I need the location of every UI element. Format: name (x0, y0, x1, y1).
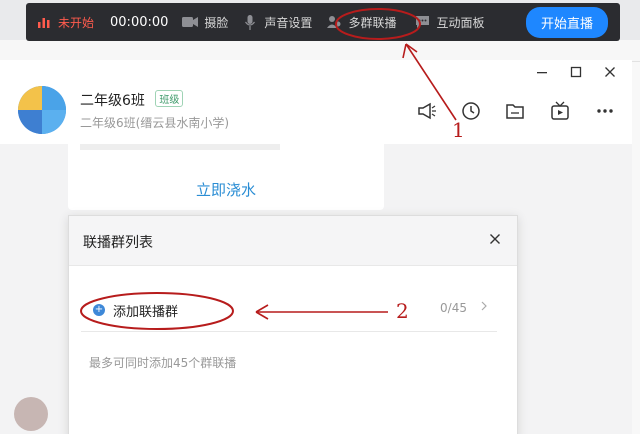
camera-button[interactable]: 摄脸 (182, 14, 228, 31)
group-avatar (18, 86, 66, 134)
user-avatar (14, 397, 48, 431)
annotation-label-1: 1 (452, 118, 465, 142)
annotation-label-2: 2 (396, 299, 409, 323)
start-live-button[interactable]: 开始直播 (525, 6, 608, 38)
plus-icon: + (93, 304, 105, 316)
multi-user-icon (326, 14, 342, 30)
close-icon[interactable] (604, 66, 616, 82)
add-broadcast-group-row[interactable]: + 添加联播群 0/45 (81, 292, 497, 332)
interaction-panel-button[interactable]: 互动面板 (414, 14, 484, 31)
right-edge-strip (632, 62, 640, 434)
max-groups-hint: 最多可同时添加45个群联播 (89, 356, 237, 370)
add-broadcast-group-label: 添加联播群 (113, 305, 179, 320)
camera-icon (182, 14, 199, 30)
dialog-close-icon[interactable] (489, 229, 501, 250)
sound-settings-button[interactable]: 声音设置 (242, 14, 312, 31)
status-indicator: 未开始 (36, 14, 94, 31)
background-nav (0, 40, 640, 62)
more-options-icon[interactable] (594, 100, 616, 122)
multi-group-broadcast-label: 多群联播 (348, 15, 397, 30)
megaphone-icon[interactable] (416, 100, 438, 122)
group-header: 二年级6班 班级 二年级6班(缙云县水南小学) (0, 60, 632, 144)
live-toolbar: 未开始 00:00:00 摄脸 声音设置 多群联播 互动面板 开始直播 (26, 3, 620, 41)
camera-label: 摄脸 (204, 15, 229, 30)
sound-settings-label: 声音设置 (264, 15, 313, 30)
water-now-link[interactable]: 立即浇水 (68, 179, 384, 200)
interaction-panel-label: 互动面板 (436, 15, 485, 30)
group-count: 0/45 (440, 301, 467, 315)
group-name-text: 二年级6班 (80, 93, 145, 109)
class-tag-badge: 班级 (155, 90, 184, 107)
group-subtitle: 二年级6班(缙云县水南小学) (80, 116, 229, 130)
broadcast-group-list-dialog: 联播群列表 + 添加联播群 0/45 最多可同时添加45个群联播 (68, 215, 518, 434)
microphone-icon (242, 14, 258, 30)
group-name: 二年级6班 班级 (80, 90, 184, 110)
dialog-title: 联播群列表 (83, 235, 153, 251)
status-text: 未开始 (58, 15, 95, 30)
live-tv-icon[interactable] (549, 100, 571, 122)
watering-card: 立即浇水 (68, 144, 384, 210)
folder-icon[interactable] (504, 100, 526, 122)
chat-bubble-icon (414, 14, 430, 30)
live-timer: 00:00:00 (110, 14, 169, 30)
signal-icon (36, 14, 52, 30)
chevron-right-icon (481, 300, 487, 314)
minimize-icon[interactable] (536, 66, 548, 82)
maximize-icon[interactable] (570, 66, 582, 82)
dialog-header: 联播群列表 (69, 216, 517, 266)
card-blurred-text (80, 144, 280, 150)
multi-group-broadcast-button[interactable]: 多群联播 (326, 14, 396, 31)
